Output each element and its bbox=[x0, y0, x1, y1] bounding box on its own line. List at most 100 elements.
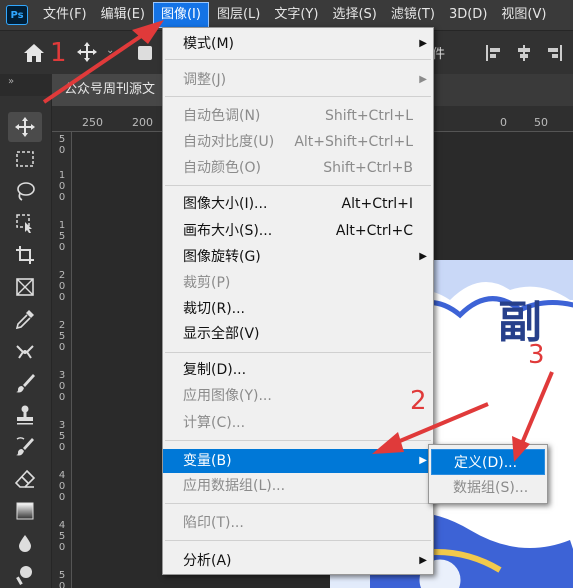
menu-item-label: 计算(C)... bbox=[183, 415, 246, 431]
menu-item-auto-contrast[interactable]: 自动对比度(U) Alt+Shift+Ctrl+L bbox=[163, 130, 433, 154]
frame-tool[interactable] bbox=[8, 272, 42, 302]
menu-type[interactable]: 文字(Y) bbox=[267, 0, 325, 30]
variables-submenu: 定义(D)... 数据组(S)... bbox=[428, 444, 548, 504]
menu-item-image-rotation[interactable]: 图像旋转(G) ▶ bbox=[163, 245, 433, 269]
menu-item-label: 变量(B) bbox=[183, 453, 232, 469]
menu-separator bbox=[165, 503, 431, 504]
menu-item-trim[interactable]: 裁切(R)... bbox=[163, 297, 433, 321]
menu-item-label: 模式(M) bbox=[183, 36, 235, 52]
history-brush-icon bbox=[16, 437, 34, 456]
eraser-tool[interactable] bbox=[8, 464, 42, 494]
home-icon[interactable] bbox=[22, 41, 46, 65]
menu-filter[interactable]: 滤镜(T) bbox=[384, 0, 442, 30]
menu-item-adjustments[interactable]: 调整(J) ▶ bbox=[163, 68, 433, 92]
clone-stamp-tool[interactable] bbox=[8, 400, 42, 430]
menu-item-label: 陷印(T)... bbox=[183, 515, 244, 531]
menu-view[interactable]: 视图(V) bbox=[494, 0, 553, 30]
menu-3d[interactable]: 3D(D) bbox=[442, 0, 494, 30]
marquee-tool[interactable] bbox=[8, 144, 42, 174]
submenu-arrow-icon: ▶ bbox=[419, 74, 427, 85]
eyedropper-tool[interactable] bbox=[8, 304, 42, 334]
crop-tool[interactable] bbox=[8, 240, 42, 270]
menu-select[interactable]: 选择(S) bbox=[325, 0, 383, 30]
image-menu-dropdown: 模式(M) ▶ 调整(J) ▶ 自动色调(N) Shift+Ctrl+L 自动对比度(… bbox=[162, 27, 434, 575]
chevron-down-icon[interactable]: ⌄ bbox=[106, 45, 114, 56]
submenu-arrow-icon: ▶ bbox=[419, 555, 427, 566]
history-brush-tool[interactable] bbox=[8, 432, 42, 462]
menu-item-image-size[interactable]: 图像大小(I)... Alt+Ctrl+I bbox=[163, 192, 433, 216]
menu-item-label: 显示全部(V) bbox=[183, 326, 260, 342]
ruler-v-tick-label: 3 0 0 bbox=[58, 370, 66, 403]
menu-item-shortcut: Shift+Ctrl+B bbox=[323, 160, 413, 176]
align-center-icon[interactable] bbox=[514, 43, 534, 63]
brush-tool[interactable] bbox=[8, 368, 42, 398]
ruler-h-tick-label: 200 bbox=[132, 116, 153, 129]
menu-edit[interactable]: 编辑(E) bbox=[94, 0, 152, 30]
menu-item-analysis[interactable]: 分析(A) ▶ bbox=[163, 549, 433, 573]
menu-item-trap[interactable]: 陷印(T)... bbox=[163, 511, 433, 535]
menu-item-label: 图像大小(I)... bbox=[183, 196, 268, 212]
blur-drop-icon bbox=[19, 535, 31, 552]
menu-item-calculations[interactable]: 计算(C)... bbox=[163, 411, 433, 435]
blur-tool[interactable] bbox=[8, 528, 42, 558]
vertical-ruler: 5 0 1 0 0 1 5 0 2 0 0 2 5 0 3 0 0 3 5 0 … bbox=[52, 132, 72, 588]
menu-layer[interactable]: 图层(L) bbox=[210, 0, 267, 30]
ruler-v-tick-label: 5 0 0 bbox=[58, 570, 66, 588]
align-right-icon[interactable] bbox=[544, 43, 564, 63]
gradient-tool[interactable] bbox=[8, 496, 42, 526]
menu-item-canvas-size[interactable]: 画布大小(S)... Alt+Ctrl+C bbox=[163, 219, 433, 243]
menu-item-mode[interactable]: 模式(M) ▶ bbox=[163, 32, 433, 56]
menu-file[interactable]: 文件(F) bbox=[36, 0, 94, 30]
menu-item-label: 画布大小(S)... bbox=[183, 223, 273, 239]
align-toolbar bbox=[484, 43, 564, 63]
annotation-step-1: 1 bbox=[50, 38, 67, 68]
menu-item-duplicate[interactable]: 复制(D)... bbox=[163, 358, 433, 382]
move-icon bbox=[15, 117, 35, 137]
menu-separator bbox=[165, 440, 431, 441]
menu-item-label: 复制(D)... bbox=[183, 362, 247, 378]
ruler-v-tick-label: 4 5 0 bbox=[58, 520, 66, 553]
menu-item-auto-color[interactable]: 自动颜色(O) Shift+Ctrl+B bbox=[163, 156, 433, 180]
move-tool-icon[interactable] bbox=[76, 41, 98, 63]
annotation-step-2: 2 bbox=[410, 386, 427, 416]
object-selection-tool[interactable] bbox=[8, 208, 42, 238]
lasso-tool[interactable] bbox=[8, 176, 42, 206]
menu-separator bbox=[165, 352, 431, 353]
menu-image[interactable]: 图像(I) bbox=[152, 2, 209, 28]
align-left-icon[interactable] bbox=[484, 43, 504, 63]
menu-item-apply-data-set[interactable]: 应用数据组(L)... bbox=[163, 474, 433, 498]
eyedropper-icon bbox=[15, 310, 34, 330]
menu-item-shortcut: Alt+Ctrl+I bbox=[341, 196, 413, 212]
submenu-arrow-icon: ▶ bbox=[419, 251, 427, 262]
ruler-v-tick-label: 2 0 0 bbox=[58, 270, 66, 303]
frame-icon bbox=[16, 278, 34, 296]
menu-item-auto-tone[interactable]: 自动色调(N) Shift+Ctrl+L bbox=[163, 104, 433, 128]
menu-item-crop[interactable]: 裁剪(P) bbox=[163, 271, 433, 295]
brush-icon bbox=[16, 374, 35, 393]
menu-item-variables[interactable]: 变量(B) ▶ bbox=[163, 449, 433, 473]
panel-collapse-toggle[interactable]: » bbox=[0, 74, 52, 96]
menu-item-apply-image[interactable]: 应用图像(Y)... bbox=[163, 384, 433, 408]
submenu-item-data-sets[interactable]: 数据组(S)... bbox=[431, 475, 545, 501]
auto-select-checkbox[interactable] bbox=[138, 46, 152, 60]
dodge-icon bbox=[16, 566, 32, 585]
menu-item-label: 应用数据组(L)... bbox=[183, 478, 286, 494]
menu-item-label: 分析(A) bbox=[183, 553, 232, 569]
menu-item-reveal-all[interactable]: 显示全部(V) bbox=[163, 322, 433, 346]
submenu-arrow-icon: ▶ bbox=[419, 455, 427, 466]
menu-separator bbox=[165, 540, 431, 541]
lasso-icon bbox=[17, 182, 35, 201]
menu-item-label: 自动对比度(U) bbox=[183, 134, 275, 150]
menu-item-shortcut: Alt+Ctrl+C bbox=[335, 223, 413, 239]
rectangle-marquee-icon bbox=[16, 151, 34, 167]
healing-brush-tool[interactable] bbox=[8, 336, 42, 366]
submenu-item-define[interactable]: 定义(D)... bbox=[431, 449, 545, 475]
menu-item-label: 裁切(R)... bbox=[183, 301, 246, 317]
move-tool[interactable] bbox=[8, 112, 42, 142]
dodge-tool[interactable] bbox=[8, 560, 42, 588]
ruler-v-tick-label: 4 0 0 bbox=[58, 470, 66, 503]
ruler-v-tick-label: 3 5 0 bbox=[58, 420, 66, 453]
menu-item-label: 自动颜色(O) bbox=[183, 160, 261, 176]
ruler-v-tick-label: 5 0 bbox=[58, 134, 66, 156]
annotation-step-3: 3 bbox=[528, 340, 545, 370]
